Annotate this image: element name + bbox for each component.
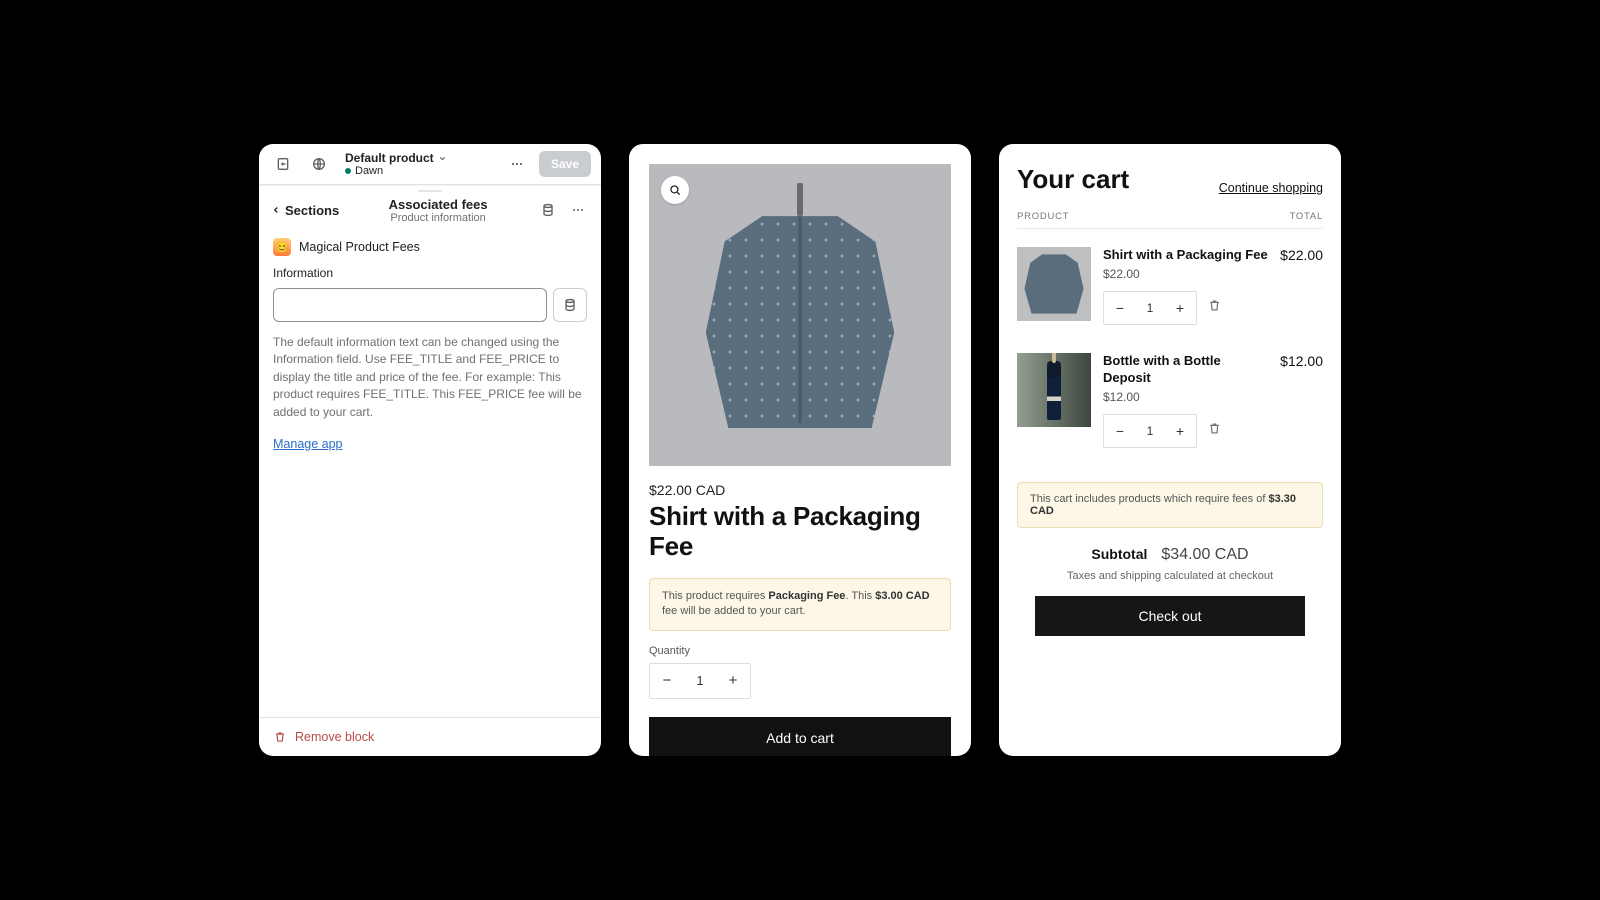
app-icon: 😊 xyxy=(273,238,291,256)
cart-line-total: $22.00 xyxy=(1280,247,1323,325)
back-to-sections[interactable]: Sections xyxy=(271,203,339,218)
product-price: $22.00 CAD xyxy=(649,482,951,498)
section-header: Sections Associated fees Product informa… xyxy=(259,185,601,234)
cart-item-price: $12.00 xyxy=(1103,390,1268,404)
manage-app-link[interactable]: Manage app xyxy=(273,437,343,451)
remove-item-button[interactable] xyxy=(1207,298,1222,318)
information-help-text: The default information text can be chan… xyxy=(273,334,587,421)
section-title: Associated fees xyxy=(347,197,529,212)
remove-block-button[interactable]: Remove block xyxy=(259,717,601,756)
qty-decrease-button[interactable]: − xyxy=(1104,292,1136,324)
remove-block-label: Remove block xyxy=(295,730,374,744)
trash-icon xyxy=(273,730,287,744)
quantity-stepper: − 1 + xyxy=(649,663,751,699)
save-button[interactable]: Save xyxy=(539,151,591,177)
qty-decrease-button[interactable]: − xyxy=(650,664,684,698)
exit-icon[interactable] xyxy=(269,150,297,178)
product-image xyxy=(649,164,951,466)
information-field-label: Information xyxy=(273,266,587,280)
app-block-name: Magical Product Fees xyxy=(299,240,420,254)
cart-thumb xyxy=(1017,247,1091,321)
cart-qty-stepper: − 1 + xyxy=(1103,414,1197,448)
trash-icon xyxy=(1207,298,1222,313)
theme-editor-panel: Default product Dawn Save Sections Assoc… xyxy=(259,144,601,756)
information-input[interactable] xyxy=(273,288,547,322)
product-page-panel: $22.00 CAD Shirt with a Packaging Fee Th… xyxy=(629,144,971,756)
section-subtitle: Product information xyxy=(347,212,529,224)
subtotal-value: $34.00 CAD xyxy=(1161,546,1248,564)
add-to-cart-button[interactable]: Add to cart xyxy=(649,717,951,756)
quantity-label: Quantity xyxy=(649,645,951,657)
col-product-label: PRODUCT xyxy=(1017,211,1069,222)
cart-item-name: Bottle with a Bottle Deposit xyxy=(1103,353,1268,386)
col-total-label: TOTAL xyxy=(1289,211,1323,222)
fee-notice: This product requires Packaging Fee. Thi… xyxy=(649,578,951,631)
cart-item-price: $22.00 xyxy=(1103,267,1268,281)
drag-handle xyxy=(418,190,442,192)
dynamic-source-button[interactable] xyxy=(553,288,587,322)
tax-shipping-note: Taxes and shipping calculated at checkou… xyxy=(1017,570,1323,582)
cart-line-total: $12.00 xyxy=(1280,353,1323,448)
data-source-icon[interactable] xyxy=(537,196,559,224)
cart-title: Your cart xyxy=(1017,164,1129,195)
qty-decrease-button[interactable]: − xyxy=(1104,415,1136,447)
more-icon[interactable] xyxy=(503,150,531,178)
cart-item-name: Shirt with a Packaging Fee xyxy=(1103,247,1268,263)
qty-increase-button[interactable]: + xyxy=(716,664,750,698)
continue-shopping-link[interactable]: Continue shopping xyxy=(1219,181,1323,195)
qty-increase-button[interactable]: + xyxy=(1164,292,1196,324)
section-more-icon[interactable] xyxy=(567,196,589,224)
trash-icon xyxy=(1207,421,1222,436)
product-title: Shirt with a Packaging Fee xyxy=(649,502,951,562)
cart-line-item: Bottle with a Bottle Deposit $12.00 − 1 … xyxy=(1017,353,1323,448)
product-template-label: Default product xyxy=(345,151,434,165)
back-label: Sections xyxy=(285,203,339,218)
chevron-left-icon xyxy=(271,205,281,215)
qty-value: 1 xyxy=(1136,424,1164,438)
database-icon xyxy=(562,297,578,313)
subtotal-label: Subtotal xyxy=(1091,546,1147,562)
app-block-row: 😊 Magical Product Fees xyxy=(259,234,601,266)
cart-fee-notice: This cart includes products which requir… xyxy=(1017,482,1323,528)
cart-thumb xyxy=(1017,353,1091,427)
remove-item-button[interactable] xyxy=(1207,421,1222,441)
qty-value: 1 xyxy=(684,673,716,688)
qty-increase-button[interactable]: + xyxy=(1164,415,1196,447)
chevron-down-icon xyxy=(438,154,447,163)
theme-status-dot xyxy=(345,168,351,174)
product-switcher[interactable]: Default product Dawn xyxy=(341,151,495,177)
cart-qty-stepper: − 1 + xyxy=(1103,291,1197,325)
cart-panel: Your cart Continue shopping PRODUCT TOTA… xyxy=(999,144,1341,756)
globe-icon[interactable] xyxy=(305,150,333,178)
qty-value: 1 xyxy=(1136,301,1164,315)
cart-line-item: Shirt with a Packaging Fee $22.00 − 1 + … xyxy=(1017,247,1323,325)
editor-topbar: Default product Dawn Save xyxy=(259,144,601,185)
theme-name-label: Dawn xyxy=(355,165,383,177)
checkout-button[interactable]: Check out xyxy=(1035,596,1305,636)
